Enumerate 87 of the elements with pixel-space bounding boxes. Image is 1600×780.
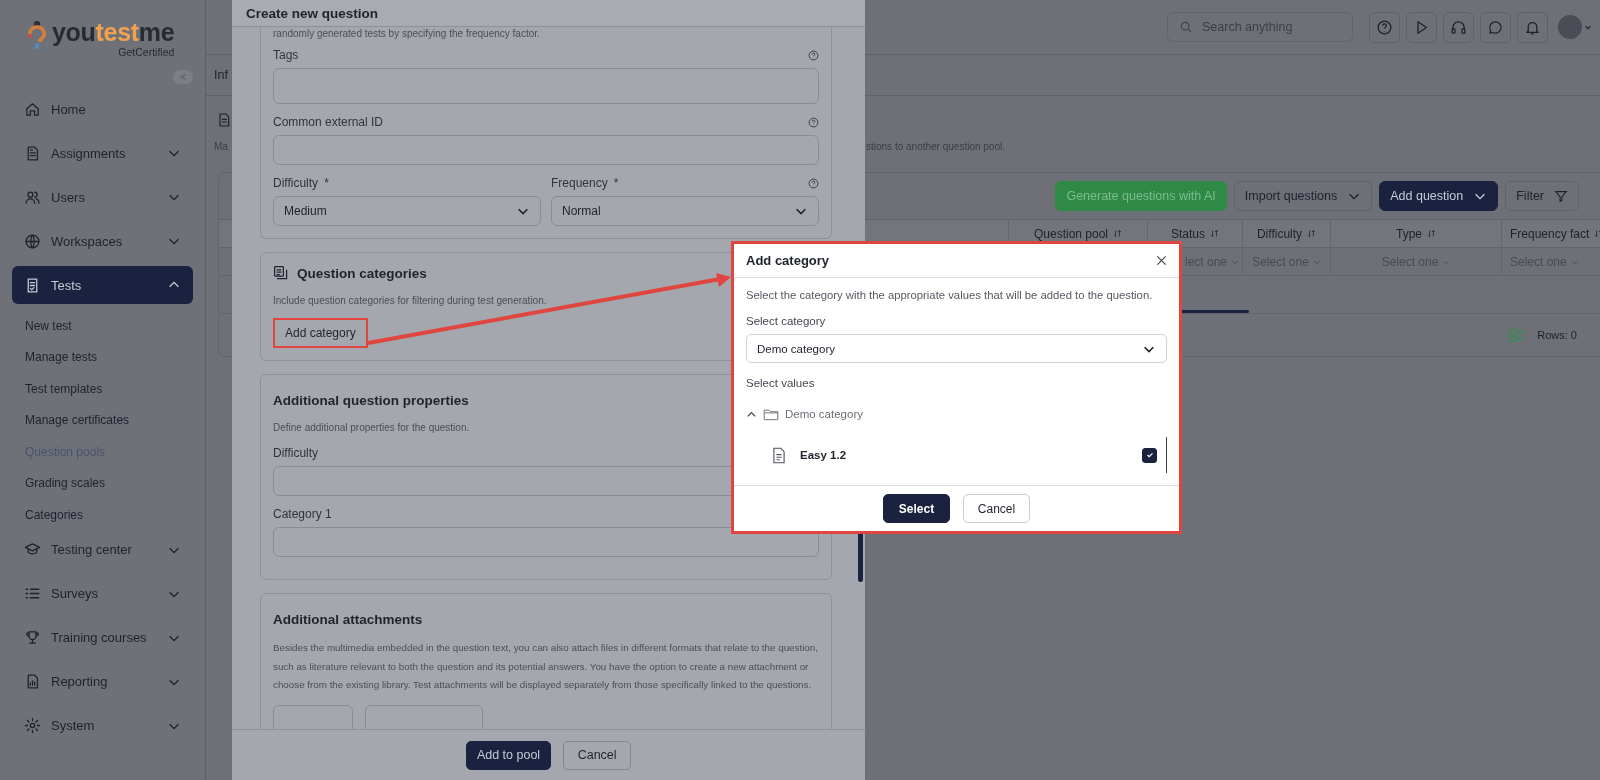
column-header[interactable]: Frequency fact [1501, 220, 1600, 247]
nav-subitem[interactable]: Manage tests [12, 341, 193, 373]
sort-icon [1307, 229, 1317, 238]
chat-button[interactable] [1480, 11, 1511, 43]
close-button[interactable] [1154, 253, 1169, 268]
graduation-cap-icon [24, 541, 41, 558]
nav-item[interactable]: Users [12, 178, 193, 216]
chat-icon [1487, 18, 1504, 36]
sort-icon [1210, 229, 1219, 238]
nav-item[interactable]: Training courses [12, 618, 193, 657]
nav-subitem[interactable]: Manage certificates [12, 404, 193, 436]
field-label: Select values [746, 377, 816, 389]
sort-icon [1113, 229, 1123, 238]
nav-item[interactable]: Assignments [12, 134, 193, 172]
nav-item[interactable]: Reporting [12, 662, 193, 701]
text-field[interactable] [273, 68, 819, 104]
help-button[interactable] [1369, 11, 1400, 43]
globe-icon [24, 232, 41, 250]
play-button[interactable] [1406, 11, 1437, 43]
add-question-button[interactable]: Add question [1379, 181, 1499, 211]
row-count: Rows: 0 [1537, 329, 1577, 341]
field-label: Common external ID [273, 115, 384, 129]
dialog-title: Add category [746, 253, 830, 268]
nav-subitem[interactable]: New test [12, 310, 193, 342]
caret-icon [1584, 23, 1592, 31]
dropdown[interactable]: Normal [551, 196, 819, 226]
section-title: Question categories [297, 265, 427, 281]
document-icon [772, 446, 786, 464]
field-label: Frequency * [551, 176, 619, 190]
section-title: Additional question properties [273, 393, 469, 408]
section-title: Additional attachments [273, 612, 423, 627]
logo-wordmark: youtestme [52, 18, 175, 46]
modal-title: Create new question [246, 5, 379, 21]
double-chevron-icon [178, 72, 188, 82]
checkmark-icon [1144, 450, 1155, 460]
field-label: Tags [273, 48, 299, 62]
add-category-button[interactable]: Add category [273, 318, 368, 348]
headset-icon [1450, 18, 1467, 36]
section-description: Define additional properties for the question. [273, 422, 470, 433]
nav-item[interactable]: Workspaces [12, 222, 193, 260]
category-dropdown[interactable]: Demo category [746, 334, 1167, 363]
folder-icon [763, 407, 779, 421]
nav-subitem[interactable]: Categories [12, 499, 193, 531]
tree-item[interactable]: Demo category [785, 408, 863, 420]
nav-subitem[interactable]: Grading scales [12, 467, 193, 499]
add-to-pool-button[interactable]: Add to pool [465, 740, 552, 770]
select-button[interactable]: Select [883, 494, 950, 523]
import-button[interactable]: Import questions [1233, 181, 1373, 211]
logo-tagline: GetCertified [118, 46, 175, 58]
generate-button[interactable]: Generate questions with AI [1055, 181, 1227, 211]
bell-button[interactable] [1517, 11, 1548, 43]
dropdown[interactable]: Medium [273, 196, 541, 226]
stacked-documents-icon [273, 265, 289, 281]
cancel-button[interactable]: Cancel [963, 494, 1030, 523]
nav-item[interactable]: Tests [12, 266, 193, 304]
trophy-icon [24, 629, 41, 646]
funnel-icon [1554, 189, 1568, 203]
cancel-button[interactable]: Cancel [563, 740, 632, 770]
column-header[interactable]: Type [1330, 220, 1501, 247]
field-label: Difficulty * [273, 176, 329, 190]
field-label: Category 1 [273, 507, 332, 521]
section-description: Include question categories for filtering during test generation. [273, 295, 547, 306]
dialog-description: Select the category with the appropriate values that will be added to the question. [746, 289, 1154, 301]
checkbox[interactable] [1142, 447, 1157, 463]
nav-item[interactable]: Surveys [12, 574, 193, 613]
nav-item[interactable]: System [12, 706, 193, 745]
nav-item[interactable]: Home [12, 90, 193, 128]
filter-button[interactable]: Filter [1505, 181, 1579, 211]
tree-item[interactable]: Easy 1.2 [800, 449, 1128, 461]
avatar[interactable] [1558, 15, 1582, 39]
field-label: Difficulty [273, 446, 319, 460]
field-label: Select category [746, 315, 827, 327]
tab[interactable]: Inf [214, 68, 228, 82]
text-field[interactable] [273, 135, 819, 165]
nav-item[interactable]: Testing center [12, 530, 193, 569]
help-icon [1376, 18, 1393, 36]
headset-button[interactable] [1443, 11, 1474, 43]
nav-subitem[interactable]: Test templates [12, 373, 193, 405]
sort-icon [1427, 229, 1436, 238]
settings-icon [24, 717, 41, 734]
section-description: Besides the multimedia embedded in the question text, you can also attach files in different formats that relate to the question, such as literature relevant to both the question and its potential answers. You have the option to create a new attachment or choose from the existing library. Test attachments will be displayed separately from those specifically linked to the questions. [273, 641, 819, 692]
house-icon [24, 100, 41, 118]
close-icon [1156, 255, 1167, 266]
document-icon [216, 112, 232, 128]
section-description: randomly generated tests by specifying the frequency factor. [273, 27, 541, 41]
search-icon [1179, 20, 1193, 34]
column-header[interactable]: Difficulty [1242, 220, 1330, 247]
